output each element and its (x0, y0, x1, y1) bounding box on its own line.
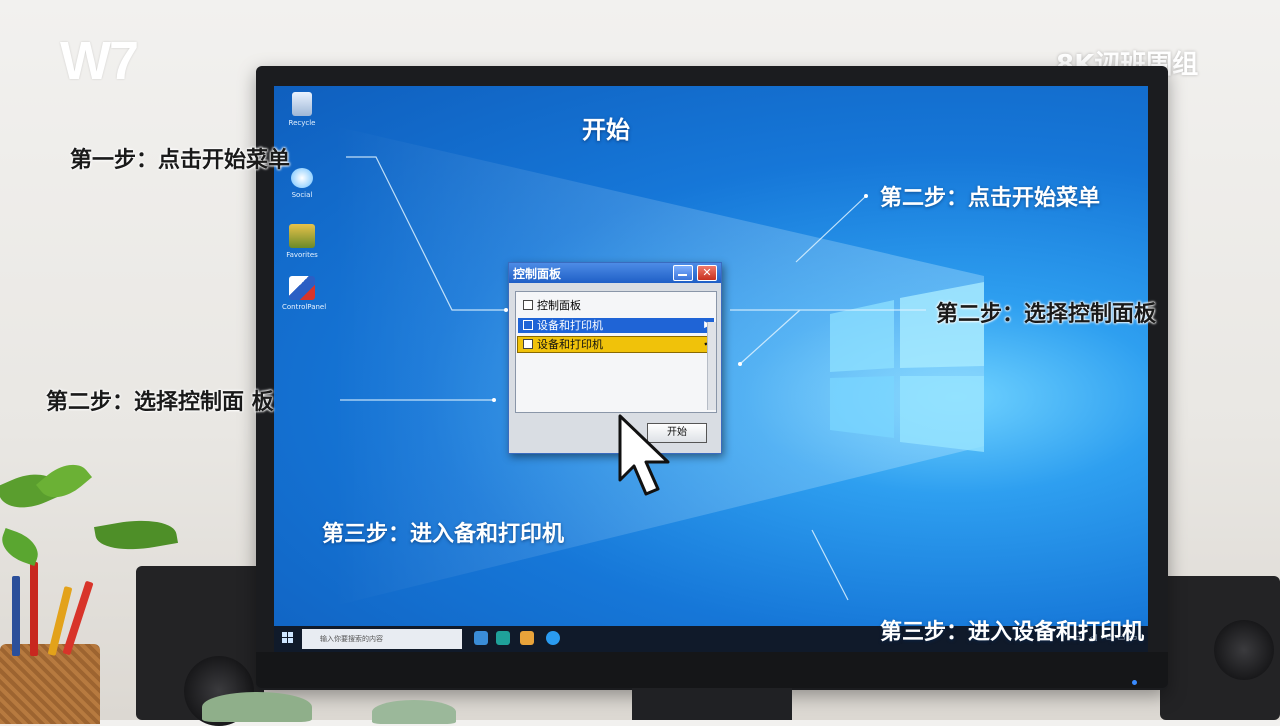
pen-holder (0, 644, 100, 724)
pen (30, 562, 38, 656)
annotation-step2-left: 第二步：选择控制面 板 (46, 390, 274, 415)
pen (12, 576, 20, 656)
annotation-step3-center: 第三步：进入备和打印机 (322, 522, 565, 547)
annotation-step3-right: 第三步：进入设备和打印机 (880, 620, 1145, 645)
annotation-lines (340, 156, 926, 601)
annotation-step2-right-a: 第二步：点击开始菜单 (880, 186, 1101, 211)
succulent (202, 692, 312, 722)
annotation-step1-left: 第一步：点击开始菜单 (70, 148, 291, 173)
annotation-step2-right-b: 第二步：选择控制面板 (936, 302, 1157, 327)
succulent (372, 700, 456, 724)
